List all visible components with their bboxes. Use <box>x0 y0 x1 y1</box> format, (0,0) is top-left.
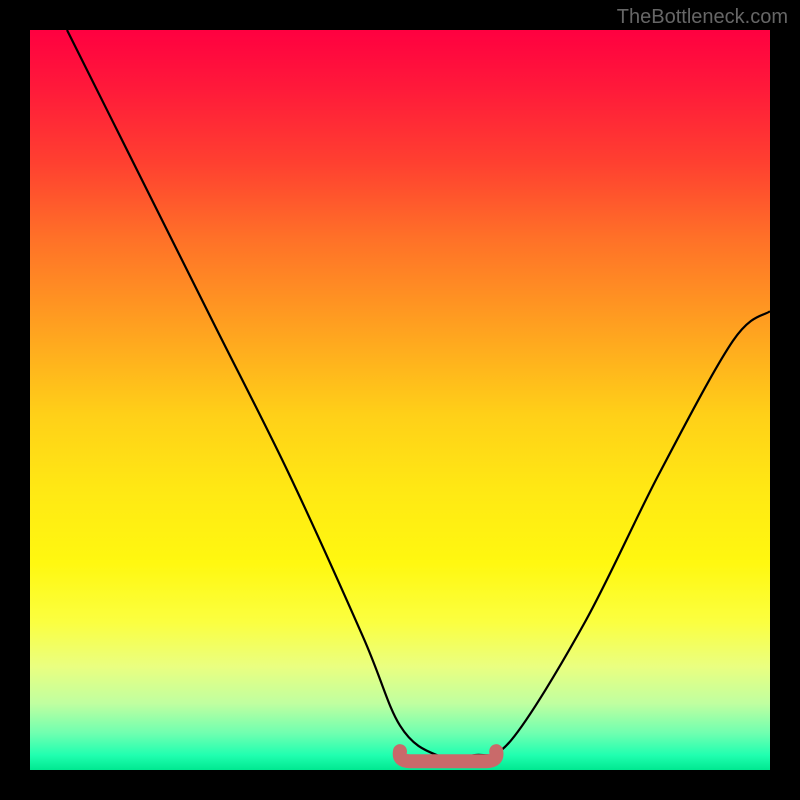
bottleneck-curve <box>30 30 770 770</box>
chart-plot-area <box>30 30 770 770</box>
attribution-text: TheBottleneck.com <box>617 6 788 29</box>
